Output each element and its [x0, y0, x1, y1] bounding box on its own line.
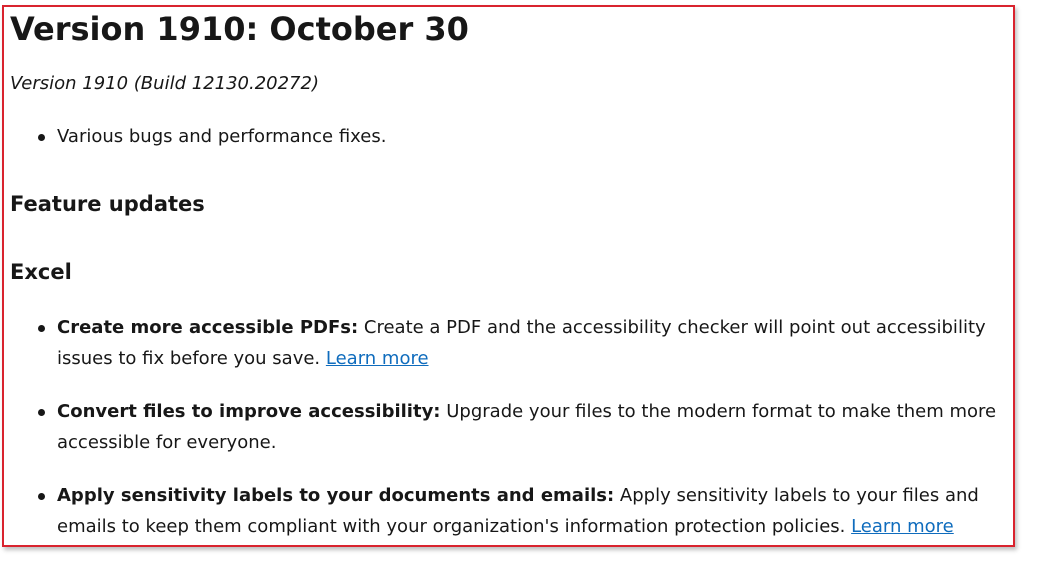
- list-item-convert-files: Convert files to improve accessibility: …: [38, 396, 1012, 458]
- page-title: Version 1910: October 30: [10, 10, 469, 48]
- list-item-sensitivity-labels: Apply sensitivity labels to your documen…: [38, 480, 1012, 542]
- feature-title: Create more accessible PDFs:: [57, 317, 359, 338]
- excel-heading: Excel: [10, 260, 72, 284]
- list-item-accessible-pdfs: Create more accessible PDFs: Create a PD…: [38, 312, 1012, 374]
- learn-more-link-sensitivity[interactable]: Learn more: [851, 516, 954, 537]
- version-build-line: Version 1910 (Build 12130.20272): [10, 73, 319, 94]
- feature-updates-heading: Feature updates: [10, 192, 205, 216]
- feature-title: Convert files to improve accessibility:: [57, 401, 441, 422]
- highlight-frame: Version 1910: October 30 Version 1910 (B…: [2, 5, 1015, 547]
- feature-title: Apply sensitivity labels to your documen…: [57, 485, 615, 506]
- list-item: Various bugs and performance fixes.: [38, 121, 1012, 152]
- learn-more-link-pdfs[interactable]: Learn more: [326, 348, 429, 369]
